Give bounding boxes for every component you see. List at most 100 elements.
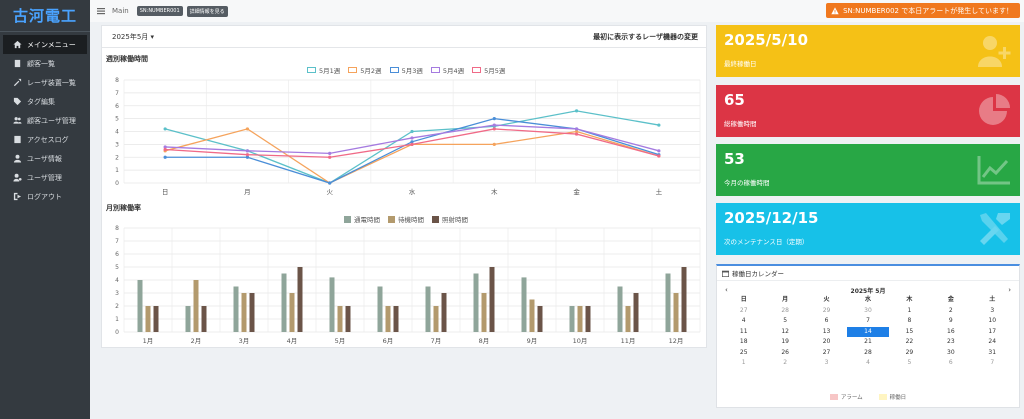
data-point[interactable] — [328, 181, 332, 185]
bar[interactable] — [489, 267, 495, 332]
calendar-day[interactable]: 18 — [723, 337, 764, 348]
bar[interactable] — [537, 306, 543, 332]
data-point[interactable] — [163, 127, 167, 131]
data-point[interactable] — [657, 154, 661, 158]
calendar-day[interactable]: 27 — [723, 306, 764, 317]
bar[interactable] — [577, 306, 583, 332]
calendar-day[interactable]: 23 — [930, 337, 971, 348]
bar[interactable] — [233, 286, 239, 333]
bar[interactable] — [345, 306, 351, 332]
calendar-day[interactable]: 24 — [972, 337, 1013, 348]
calendar-day[interactable]: 8 — [889, 316, 930, 327]
sidebar-item-0[interactable]: メインメニュー — [3, 35, 87, 54]
bar[interactable] — [473, 273, 479, 333]
data-point[interactable] — [657, 149, 661, 153]
calendar-day[interactable]: 3 — [806, 358, 847, 369]
bar[interactable] — [153, 306, 159, 332]
data-point[interactable] — [574, 127, 579, 131]
month-select[interactable]: 2025年5月 ▾ — [112, 32, 154, 42]
calendar-day[interactable]: 5 — [764, 316, 805, 327]
bar[interactable] — [337, 306, 343, 332]
calendar-day[interactable]: 11 — [723, 327, 764, 338]
calendar-day[interactable]: 31 — [972, 348, 1013, 359]
bar[interactable] — [569, 306, 575, 332]
bar[interactable] — [441, 293, 447, 332]
data-point[interactable] — [328, 151, 332, 155]
calendar-day[interactable]: 12 — [764, 327, 805, 338]
calendar-day[interactable]: 1 — [889, 306, 930, 317]
calendar-day[interactable]: 28 — [764, 306, 805, 317]
sidebar-item-4[interactable]: 顧客ユーザ管理 — [3, 111, 87, 130]
data-point[interactable] — [492, 127, 496, 131]
calendar-day[interactable]: 1 — [723, 358, 764, 369]
data-point[interactable] — [410, 142, 414, 146]
data-point[interactable] — [657, 123, 661, 127]
data-point[interactable] — [163, 147, 167, 152]
bar[interactable] — [681, 267, 687, 332]
bar[interactable] — [193, 280, 199, 332]
calendar-day[interactable]: 3 — [972, 306, 1013, 317]
bar[interactable] — [241, 293, 247, 332]
bar[interactable] — [585, 306, 591, 332]
calendar-day[interactable]: 26 — [764, 348, 805, 359]
data-point[interactable] — [245, 149, 250, 153]
data-point[interactable] — [245, 153, 250, 157]
calendar-day[interactable]: 29 — [889, 348, 930, 359]
calendar-day[interactable]: 20 — [806, 337, 847, 348]
hamburger-icon[interactable] — [96, 6, 106, 16]
breadcrumb[interactable]: Main — [112, 7, 129, 15]
calendar-day[interactable]: 7 — [972, 358, 1013, 369]
data-point[interactable] — [163, 155, 167, 159]
calendar-day[interactable]: 30 — [847, 306, 888, 317]
calendar-day[interactable]: 17 — [972, 327, 1013, 338]
bar[interactable] — [665, 273, 671, 333]
calendar-day[interactable]: 2 — [764, 358, 805, 369]
change-device-link[interactable]: 最初に表示するレーザ機器の変更 — [593, 32, 698, 42]
bar[interactable] — [673, 293, 679, 332]
bar[interactable] — [185, 306, 191, 332]
calendar-day[interactable]: 10 — [972, 316, 1013, 327]
calendar-day[interactable]: 25 — [723, 348, 764, 359]
sidebar-item-3[interactable]: タグ編集 — [3, 92, 87, 111]
bar[interactable] — [281, 273, 287, 333]
calendar-day[interactable]: 14 — [847, 326, 889, 337]
sidebar-item-2[interactable]: レーザ装置一覧 — [3, 73, 87, 92]
calendar-next-button[interactable]: › — [1008, 286, 1011, 294]
details-badge[interactable]: 詳細情報を見る — [186, 5, 228, 17]
calendar-day[interactable]: 15 — [889, 327, 930, 338]
alert-banner[interactable]: SN:NUMBER002 で本日アラートが発生しています！ — [826, 3, 1020, 18]
calendar-day[interactable]: 30 — [930, 348, 971, 359]
calendar-day[interactable]: 13 — [806, 327, 847, 338]
calendar-day[interactable]: 7 — [847, 316, 888, 327]
calendar-day[interactable]: 22 — [889, 337, 930, 348]
bar[interactable] — [521, 277, 527, 332]
calendar-day[interactable]: 16 — [930, 327, 971, 338]
data-point[interactable] — [410, 136, 414, 140]
data-point[interactable] — [492, 117, 496, 121]
data-point[interactable] — [245, 127, 250, 131]
bar[interactable] — [297, 267, 303, 332]
calendar-day[interactable]: 4 — [723, 316, 764, 327]
calendar-day[interactable]: 6 — [930, 358, 971, 369]
data-point[interactable] — [574, 109, 579, 113]
bar[interactable] — [289, 293, 295, 332]
brand-logo[interactable]: 古河電工 — [0, 0, 90, 32]
bar[interactable] — [393, 306, 399, 332]
calendar-day[interactable]: 21 — [847, 337, 888, 348]
calendar-day[interactable]: 29 — [806, 306, 847, 317]
bar[interactable] — [201, 306, 207, 332]
bar[interactable] — [617, 286, 623, 333]
calendar-day[interactable]: 6 — [806, 316, 847, 327]
bar[interactable] — [481, 293, 487, 332]
calendar-day[interactable]: 9 — [930, 316, 971, 327]
sidebar-item-8[interactable]: ログアウト — [3, 187, 87, 206]
device-serial-badge[interactable]: SN:NUMBER001 — [136, 6, 183, 16]
data-point[interactable] — [328, 155, 332, 159]
bar[interactable] — [137, 280, 143, 332]
bar[interactable] — [249, 293, 255, 332]
sidebar-item-7[interactable]: ユーザ管理 — [3, 168, 87, 187]
bar[interactable] — [625, 306, 631, 332]
data-point[interactable] — [492, 142, 496, 146]
bar[interactable] — [145, 306, 151, 332]
calendar-day[interactable]: 19 — [764, 337, 805, 348]
